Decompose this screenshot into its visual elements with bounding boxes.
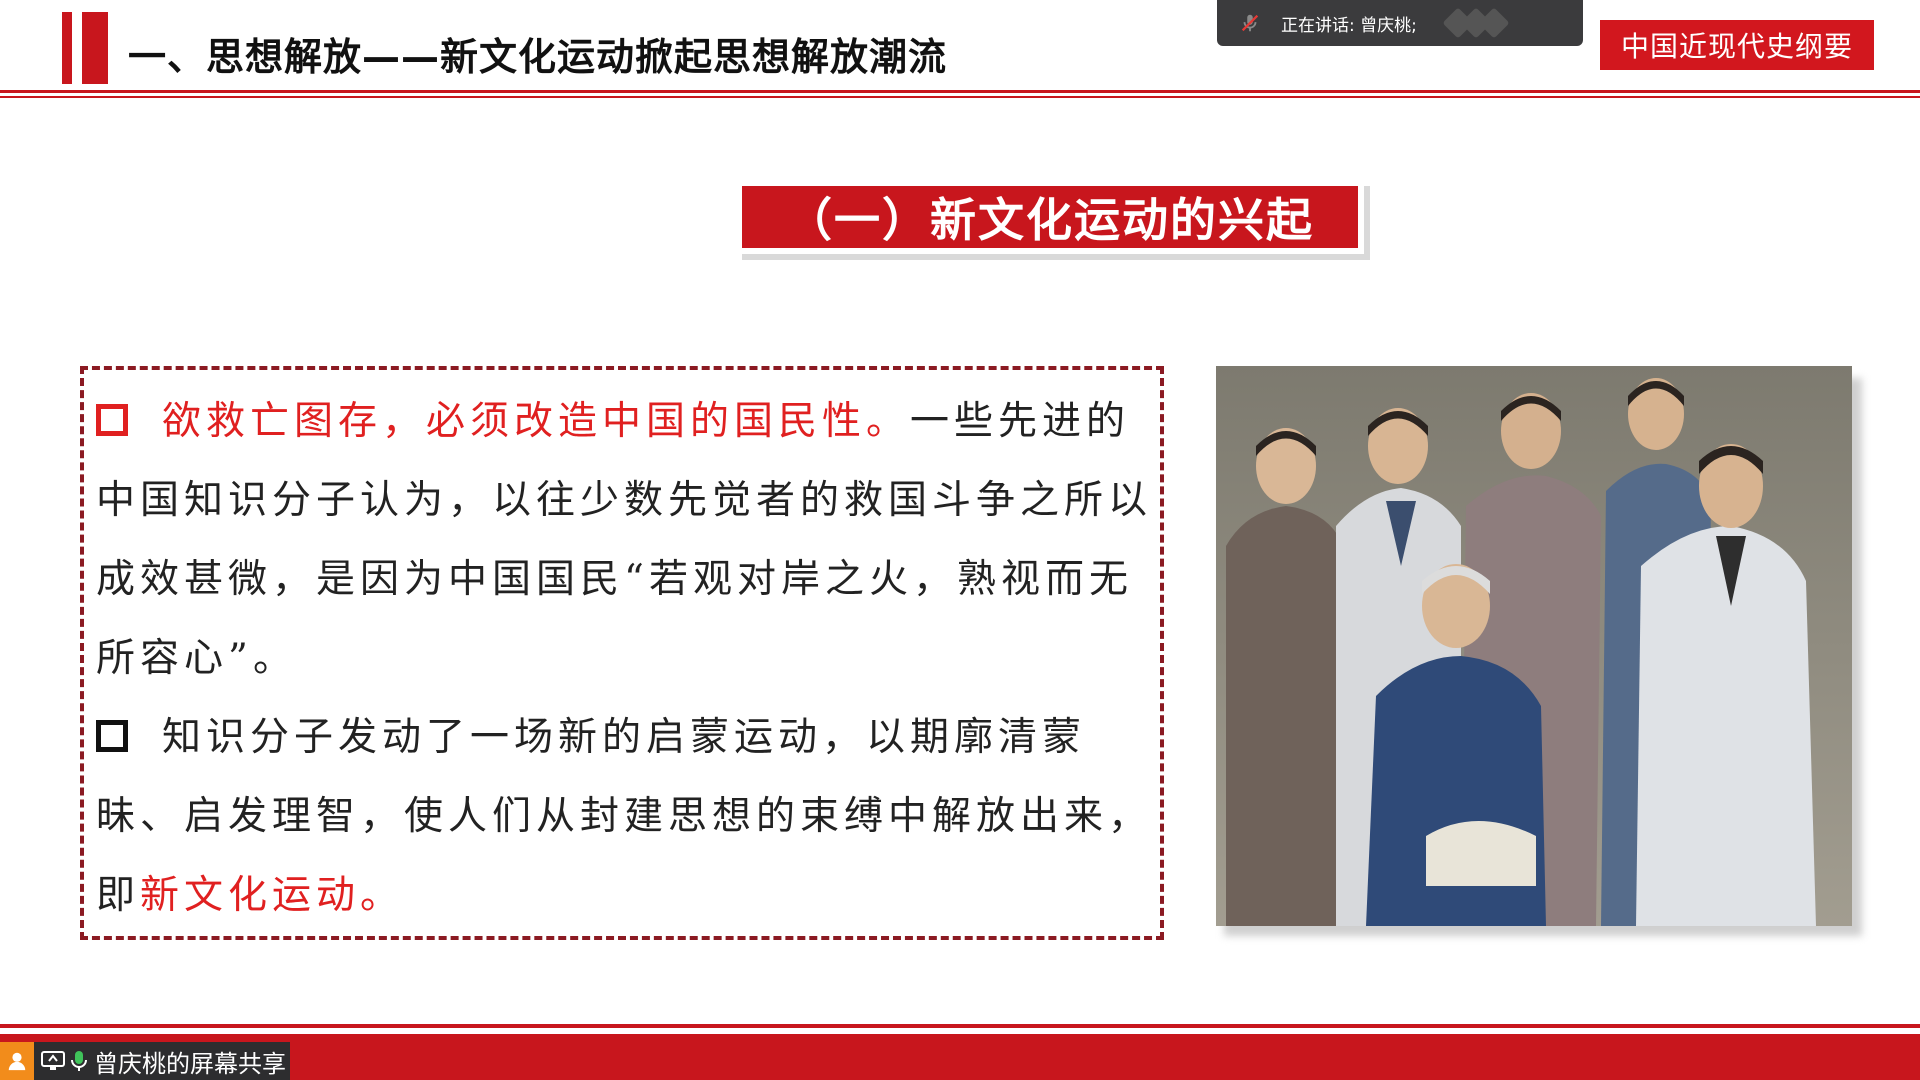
speaking-text: 正在讲话: 曾庆桃;: [1281, 15, 1417, 36]
mic-off-icon[interactable]: [1239, 12, 1261, 34]
paragraph-2: 知识分子发动了一场新的启蒙运动，以期廓清蒙昧、启发理智，使人们从封建思想的束缚中…: [96, 698, 1156, 935]
course-badge: 中国近现代史纲要: [1600, 20, 1874, 70]
screen-share-icon[interactable]: [40, 1050, 66, 1072]
paragraph-1-highlight: 欲救亡图存，必须改造中国的国民性。: [162, 399, 911, 444]
group-portrait-photo: [1216, 366, 1852, 926]
footer-rule: [0, 1024, 1920, 1028]
bullet-square-icon: [96, 720, 128, 752]
user-icon[interactable]: [0, 1042, 34, 1080]
bullet-square-icon: [96, 404, 128, 436]
slide-title: 一、思想解放——新文化运动掀起思想解放潮流: [128, 35, 948, 79]
paragraph-1: 欲救亡图存，必须改造中国的国民性。一些先进的中国知识分子认为，以往少数先觉者的救…: [96, 382, 1156, 698]
speaker-avatars: [1442, 7, 1510, 39]
section-heading-frame: （一）新文化运动的兴起: [736, 180, 1364, 254]
content-text: 欲救亡图存，必须改造中国的国民性。一些先进的中国知识分子认为，以往少数先觉者的救…: [96, 382, 1156, 935]
header-accent-bar: [62, 12, 72, 84]
header-accent-bar-wide: [82, 12, 108, 84]
mic-icon[interactable]: [70, 1050, 88, 1072]
screen-share-bar[interactable]: 曾庆桃的屏幕共享: [0, 1042, 290, 1080]
header-rule-thin: [0, 96, 1920, 98]
section-heading: （一）新文化运动的兴起: [742, 186, 1358, 248]
header-rule: [0, 90, 1920, 93]
screen-share-label: 曾庆桃的屏幕共享: [94, 1049, 286, 1078]
speaking-indicator[interactable]: 正在讲话: 曾庆桃;: [1217, 0, 1583, 46]
paragraph-2-highlight: 新文化运动。: [140, 873, 405, 918]
